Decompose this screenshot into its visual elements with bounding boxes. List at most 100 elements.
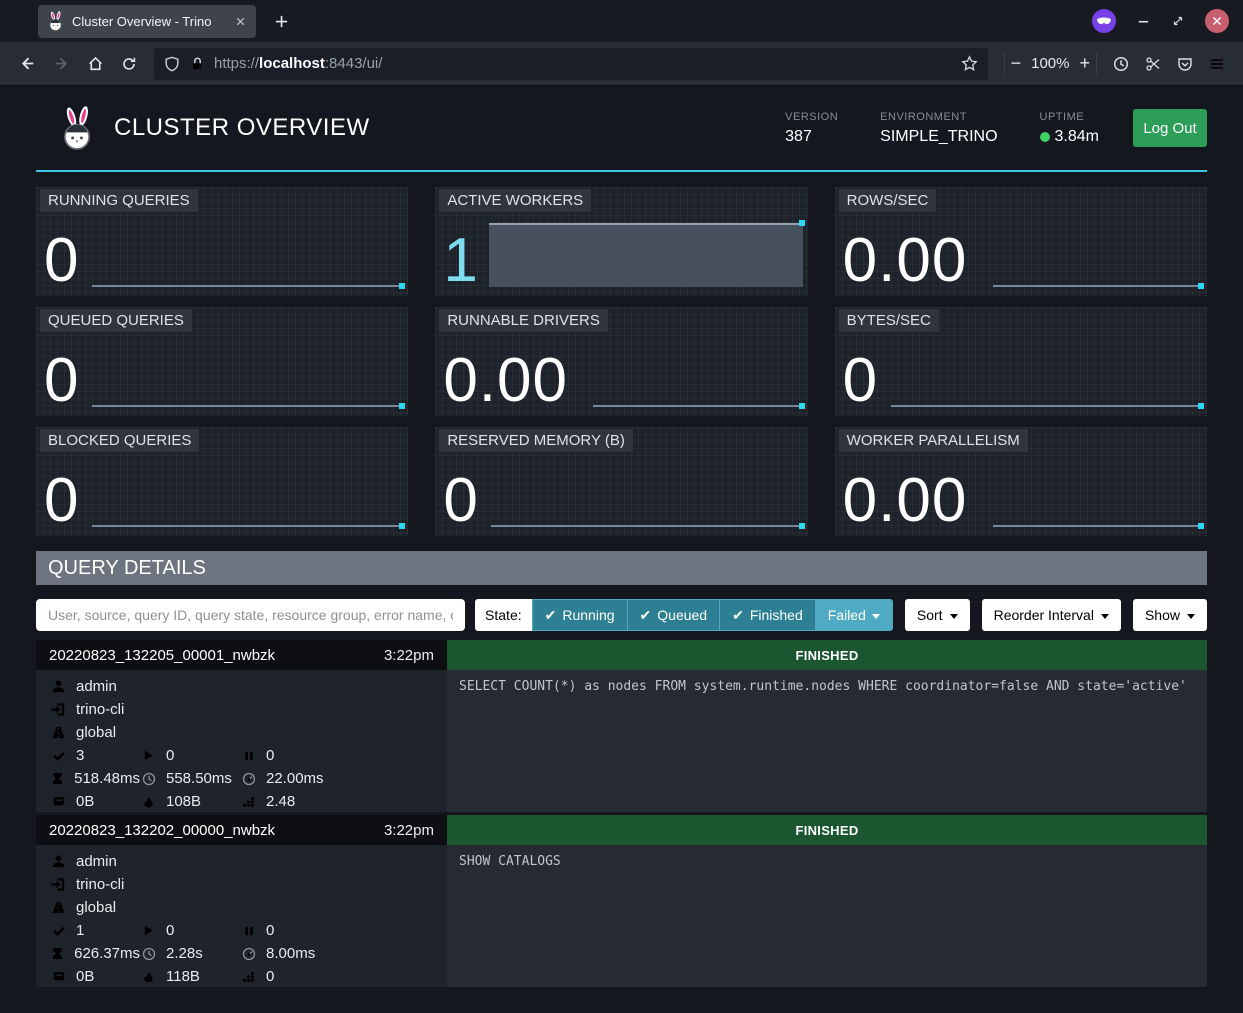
forward-icon[interactable] — [46, 49, 76, 79]
cumulative-memory: 118B — [166, 968, 200, 985]
zoom-controls: − 100% + — [1004, 53, 1097, 74]
check-icon: ✔ — [732, 607, 744, 624]
zoom-in-icon[interactable]: + — [1079, 53, 1090, 74]
sparkline-area — [489, 223, 802, 287]
menu-hamburger-icon[interactable] — [1203, 50, 1231, 78]
query-status-badge: FINISHED — [447, 640, 1207, 670]
sparkline — [92, 405, 403, 407]
queued-splits-pause-icon — [240, 750, 257, 762]
query-details-header: QUERY DETAILS — [36, 551, 1207, 585]
completed-splits-check-icon — [50, 749, 67, 763]
completed-splits: 3 — [76, 747, 84, 764]
private-browsing-icon — [1092, 9, 1116, 33]
query-id-link[interactable]: 20220823_132202_00000_nwbzk — [49, 822, 275, 839]
zoom-out-icon[interactable]: − — [1011, 53, 1022, 74]
user-icon — [50, 679, 67, 694]
running-splits-play-icon — [140, 749, 157, 762]
reorder-interval-dropdown[interactable]: Reorder Interval — [982, 599, 1121, 631]
query-source: trino-cli — [76, 701, 124, 718]
stat-card-active-workers: ACTIVE WORKERS 1 — [435, 187, 807, 296]
query-header: 20220823_132202_00000_nwbzk 3:22pm — [36, 815, 447, 845]
filter-running-button[interactable]: ✔ Running — [532, 599, 627, 631]
trino-favicon — [47, 11, 64, 31]
home-icon[interactable] — [80, 49, 110, 79]
logout-button[interactable]: Log Out — [1133, 109, 1207, 147]
uptime-info: UPTIME 3.84m — [1040, 111, 1099, 146]
back-icon[interactable] — [12, 49, 42, 79]
environment-value: SIMPLE_TRINO — [880, 128, 997, 146]
browser-tab[interactable]: Cluster Overview - Trino — [38, 5, 256, 38]
elapsed-time-clock-icon — [140, 772, 157, 786]
lock-icon[interactable] — [189, 56, 205, 72]
sparkline — [92, 525, 403, 527]
query-stats-panel: admin trino-cli global 1 0 0 626.37ms 2.… — [36, 845, 447, 987]
chevron-down-icon — [950, 614, 958, 619]
browser-toolbar: https://localhost:8443/ui/ − 100% + — [0, 42, 1243, 86]
resource-group-road-icon — [50, 900, 67, 915]
tab-close-icon[interactable] — [234, 15, 247, 28]
running-splits-play-icon — [140, 924, 157, 937]
filter-failed-dropdown[interactable]: Failed — [815, 599, 893, 631]
queued-splits: 0 — [266, 747, 274, 764]
user-icon — [50, 854, 67, 869]
elapsed-time: 2.28s — [166, 945, 203, 962]
bookmark-star-icon[interactable] — [961, 55, 978, 72]
query-sql-text: SHOW CATALOGS — [447, 845, 1207, 987]
running-splits: 0 — [166, 747, 174, 764]
query-id-link[interactable]: 20220823_132205_00001_nwbzk — [49, 647, 275, 664]
parallelism-bars-icon — [240, 970, 257, 983]
query-source: trino-cli — [76, 876, 124, 893]
resource-group-road-icon — [50, 725, 67, 740]
sort-dropdown[interactable]: Sort — [905, 599, 970, 631]
current-memory: 0B — [76, 968, 94, 985]
zoom-level[interactable]: 100% — [1031, 55, 1069, 72]
cpu-time: 8.00ms — [266, 945, 315, 962]
queued-splits-pause-icon — [240, 925, 257, 937]
sparkline — [993, 285, 1202, 287]
cumulative-memory: 108B — [166, 793, 201, 810]
history-clock-icon[interactable] — [1107, 50, 1135, 78]
window-restore-icon[interactable] — [1171, 14, 1185, 28]
show-dropdown[interactable]: Show — [1133, 599, 1207, 631]
window-minimize-icon[interactable] — [1136, 14, 1151, 29]
pocket-icon[interactable] — [1171, 50, 1199, 78]
version-value: 387 — [785, 128, 838, 146]
wall-time: 626.37ms — [74, 945, 140, 962]
new-tab-icon[interactable] — [274, 14, 289, 29]
parallelism: 0 — [266, 968, 274, 985]
query-time: 3:22pm — [384, 647, 434, 664]
url-bar[interactable]: https://localhost:8443/ui/ — [154, 48, 988, 80]
tab-title: Cluster Overview - Trino — [72, 14, 226, 29]
window-close-icon[interactable] — [1205, 9, 1229, 33]
sparkline — [593, 405, 802, 407]
filter-queued-button[interactable]: ✔ Queued — [627, 599, 720, 631]
trino-logo — [58, 106, 96, 150]
query-sql-text: SELECT COUNT(*) as nodes FROM system.run… — [447, 670, 1207, 812]
search-input[interactable] — [36, 599, 465, 631]
url-text: https://localhost:8443/ui/ — [214, 55, 952, 72]
filter-toolbar: State: ✔ Running ✔ Queued ✔ Finished Fai… — [36, 599, 1207, 631]
current-memory: 0B — [76, 793, 94, 810]
chevron-down-icon — [1187, 614, 1195, 619]
stat-card-running-queries: RUNNING QUERIES 0 — [36, 187, 408, 296]
filter-finished-button[interactable]: ✔ Finished — [719, 599, 815, 631]
cpu-time-gauge-icon — [240, 772, 257, 786]
query-resource-group: global — [76, 724, 116, 741]
app-header: CLUSTER OVERVIEW VERSION 387 ENVIRONMENT… — [36, 86, 1207, 172]
query-resource-group: global — [76, 899, 116, 916]
screenshot-scissors-icon[interactable] — [1139, 50, 1167, 78]
wall-time-hourglass-icon — [50, 772, 65, 785]
reload-icon[interactable] — [114, 49, 144, 79]
elapsed-time: 558.50ms — [166, 770, 232, 787]
stat-card-blocked-queries: BLOCKED QUERIES 0 — [36, 427, 408, 536]
stat-card-rows-sec: ROWS/SEC 0.00 — [835, 187, 1207, 296]
tracking-shield-icon[interactable] — [164, 56, 180, 72]
cumulative-memory-flame-icon — [140, 970, 157, 983]
sparkline — [491, 525, 802, 527]
parallelism-bars-icon — [240, 795, 257, 808]
check-icon: ✔ — [640, 607, 652, 624]
stat-card-bytes-sec: BYTES/SEC 0 — [835, 307, 1207, 416]
query-card: 20220823_132202_00000_nwbzk 3:22pm FINIS… — [36, 815, 1207, 987]
running-splits: 0 — [166, 922, 174, 939]
wall-time: 518.48ms — [74, 770, 140, 787]
